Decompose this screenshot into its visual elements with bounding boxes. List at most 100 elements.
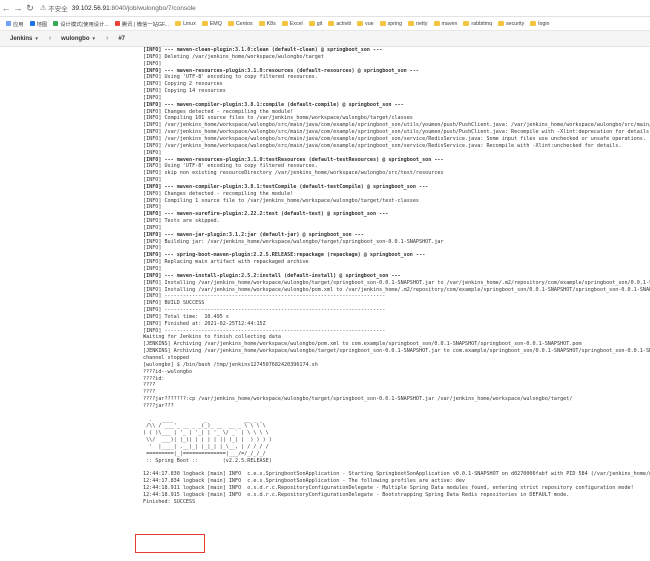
bookmark-item[interactable]: K8s [258, 20, 276, 27]
bookmark-label: 腾讯 | 微信一站GF... [121, 21, 170, 28]
console-line: [INFO] Finished at: 2021-02-25T12:44:15Z [143, 320, 266, 327]
breadcrumb-job[interactable]: wulongbo ▼ [61, 36, 96, 42]
bookmark-label: 地图 [36, 21, 48, 28]
console-line: ????id--wulongbo [143, 368, 193, 375]
bookmark-label: K8s [266, 20, 276, 27]
console-line: 12:44:18.915 logback [main] INFO o.s.d.r… [143, 491, 570, 498]
console-line: [INFO] Compiling 101 source files to /va… [143, 115, 413, 122]
console-line: [INFO] [143, 204, 162, 211]
console-line: [INFO] --- maven-surefire-plugin:2.22.2:… [143, 211, 389, 218]
bookmark-label: maven [441, 20, 458, 27]
bookmark-label: netty [416, 20, 428, 27]
console-line: [INFO] [143, 266, 162, 272]
folder-icon [408, 21, 415, 26]
favicon-icon [114, 21, 120, 26]
console-line: [INFO] [143, 245, 162, 252]
bookmark-label: 设计模式(使用设计... [60, 21, 109, 28]
url-field[interactable]: ⚠ 不安全 39.102.56.91:8040/job/wulongbo/7/c… [40, 2, 196, 14]
bookmark-label: security [506, 20, 525, 27]
console-line: [INFO] Tests are skipped. [143, 218, 220, 225]
folder-icon [433, 21, 440, 26]
favicon-icon [29, 21, 35, 26]
console-line: ' |____| .__|_| |_|_| |_\__, | / / / / [143, 443, 269, 450]
bookmark-item[interactable]: Centos [227, 20, 253, 27]
console-line: [INFO] Using 'UTF-8' encoding to copy fi… [143, 163, 318, 170]
console-line: [INFO] [143, 224, 162, 231]
bookmark-label: activiti [336, 20, 352, 27]
console-line: [INFO] Using 'UTF-8' encoding to copy fi… [143, 74, 318, 81]
console-line: ????id: [143, 375, 165, 382]
console-output: [INFO] --- maven-clean-plugin:3.1.0:clea… [143, 47, 650, 561]
favicon-icon [53, 21, 59, 26]
bookmark-item[interactable]: maven [433, 20, 458, 27]
bookmark-item[interactable]: security [498, 21, 524, 27]
bookmark-item[interactable]: netty [408, 20, 428, 27]
bookmark-item[interactable]: EMQ [201, 20, 222, 27]
console-line: ???? [143, 389, 156, 396]
folder-icon [175, 21, 182, 26]
bookmark-item[interactable]: activiti [328, 21, 351, 27]
jenkins-breadcrumb: Jenkins ▼ › wulongbo ▼ › #7 [0, 31, 650, 47]
console-line: [INFO] --- maven-install-plugin:2.5.2:in… [143, 272, 401, 279]
breadcrumb-job-label: wulongbo [61, 35, 90, 42]
console-line: [INFO] Total time: 10.495 s [143, 313, 229, 320]
console-line: [INFO] Copying 2 resources [143, 81, 223, 88]
bookmark-label: login [538, 20, 550, 27]
warning-icon: ⚠ [40, 5, 47, 12]
console-line: ???? [143, 382, 156, 389]
url-host: 39.102.56.91 [71, 4, 110, 12]
apps-grid-icon [6, 21, 11, 26]
console-line: [INFO] --- maven-clean-plugin:3.1.0:clea… [143, 47, 383, 53]
console-line: =========|_|==============|___/=/_/_/_/ [143, 450, 266, 457]
console-line: [INFO] Changes detected - recompiling th… [143, 190, 294, 197]
folder-icon [328, 21, 335, 26]
folder-icon [258, 21, 265, 26]
bookmark-item[interactable]: git [308, 20, 323, 27]
bookmark-item[interactable]: spring [379, 20, 403, 27]
bookmark-item[interactable]: 腾讯 | 微信一站GF... [114, 20, 170, 28]
console-line: [INFO] ---------------------------------… [143, 327, 386, 334]
bookmark-item[interactable]: vue [357, 21, 374, 27]
console-line: Waiting for Jenkins to finish collecting… [143, 334, 282, 341]
console-line: [INFO] Compiling 1 source file to /var/j… [143, 197, 420, 204]
bookmark-item[interactable]: login [530, 21, 549, 27]
bookmark-label: EMQ [209, 20, 222, 27]
bookmark-label: Centos [235, 20, 253, 27]
bookmark-item[interactable]: 设计模式(使用设计... [53, 20, 109, 28]
breadcrumb-separator-icon: › [105, 35, 109, 42]
console-line: [INFO] --- maven-compiler-plugin:3.8.1:c… [143, 101, 404, 108]
url-path: :8040/job/wulongbo/7/console [109, 4, 196, 12]
console-line: channel stopped [143, 354, 190, 361]
bookmark-item[interactable]: 地图 [29, 20, 48, 28]
chevron-down-icon[interactable]: ▼ [34, 36, 38, 41]
reload-icon[interactable]: ↻ [24, 0, 36, 17]
folder-icon [463, 21, 470, 26]
bookmarks-bar: 应用 地图 设计模式(使用设计... 腾讯 | 微信一站GF... Linux EMQ Ce… [0, 17, 650, 31]
breadcrumb-jenkins[interactable]: Jenkins ▼ [10, 36, 39, 42]
console-line: \\/ ___)| |_)| | | | | || (_| | ) ) ) ) [143, 437, 272, 444]
arrow-right-icon[interactable]: → [12, 0, 24, 17]
bookmark-item[interactable]: Linux [175, 21, 196, 27]
bookmark-item[interactable]: Excel [281, 21, 303, 27]
console-line: 12:44:17.830 logback [main] INFO c.e.s.S… [143, 471, 650, 478]
folder-icon [379, 21, 386, 26]
console-line: [JENKINS] Archiving /var/jenkins_home/wo… [143, 348, 650, 355]
bookmark-item[interactable]: 应用 [6, 20, 24, 28]
console-line: 12:44:17.834 logback [main] INFO c.e.s.S… [143, 478, 466, 485]
console-line: [INFO] --- maven-resources-plugin:3.1.0:… [143, 67, 420, 74]
console-line: [INFO] Building jar: /var/jenkins_home/w… [143, 238, 444, 245]
arrow-left-icon[interactable]: ← [0, 0, 12, 17]
console-line: [INFO] Deleting /var/jenkins_home/worksp… [143, 53, 324, 60]
folder-icon [530, 21, 537, 26]
console-line: [JENKINS] Archiving /var/jenkins_home/wo… [143, 341, 582, 348]
breadcrumb-build[interactable]: #7 [118, 36, 125, 42]
bookmark-label: git [316, 20, 323, 27]
chevron-down-icon[interactable]: ▼ [92, 36, 96, 41]
folder-icon [308, 21, 315, 26]
console-line: [INFO] --- maven-jar-plugin:3.1.2:jar (d… [143, 231, 364, 238]
finished-success-highlight [135, 534, 205, 553]
console-line: [INFO] /var/jenkins_home/workspace/wulon… [143, 142, 622, 149]
bookmark-item[interactable]: rabbitmq [463, 21, 492, 27]
bookmark-label: spring [387, 20, 403, 27]
console-line: [INFO] Replacing main artifact with repa… [143, 259, 309, 266]
